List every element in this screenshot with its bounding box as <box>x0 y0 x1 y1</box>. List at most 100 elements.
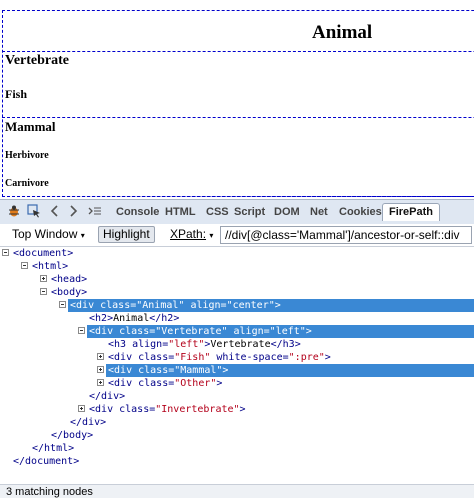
attribute-name: class= <box>113 404 156 415</box>
node-markup: <h2>Animal</h2> <box>89 312 179 325</box>
dom-tree-node[interactable]: <h3 align="left">Vertebrate</h3> <box>0 338 474 351</box>
mammal-heading: Mammal <box>5 119 56 134</box>
tag-name: div <box>114 352 133 363</box>
node-markup: <head> <box>51 273 87 286</box>
tag-name: div <box>95 326 114 337</box>
expand-icon[interactable] <box>97 366 104 373</box>
highlight-button[interactable]: Highlight <box>98 226 155 243</box>
xpath-selector-dropdown[interactable]: XPath: ▾ <box>166 226 217 243</box>
tab-firepath[interactable]: FirePath <box>382 203 441 221</box>
attribute-name: class= <box>132 378 175 389</box>
expand-icon[interactable] <box>97 353 104 360</box>
collapse-icon[interactable] <box>59 301 66 308</box>
dropdown-arrow-icon: ▾ <box>209 231 214 240</box>
expand-icon[interactable] <box>40 275 47 282</box>
end-tag: </document> <box>13 456 80 467</box>
tag-close-bracket: > <box>274 300 281 311</box>
tab-html[interactable]: HTML <box>165 206 196 218</box>
attribute-name: align= <box>227 326 270 337</box>
dom-tree-node[interactable]: </div> <box>0 416 474 429</box>
attribute-value: "Other" <box>174 378 217 389</box>
herbivore-heading: Herbivore <box>5 150 49 161</box>
attribute-name: class= <box>132 365 175 376</box>
tag-close-bracket: > <box>222 365 229 376</box>
node-markup: <div class="Other"> <box>108 377 222 390</box>
tag-name: head <box>57 274 82 285</box>
inspect-element-icon[interactable] <box>27 204 41 221</box>
attribute-name: class= <box>132 352 175 363</box>
node-markup: <div class="Animal" align="center"> <box>70 299 281 312</box>
attribute-value: "center" <box>226 300 275 311</box>
command-line-icon[interactable] <box>88 204 102 221</box>
dropdown-arrow-icon: ▾ <box>80 231 85 240</box>
dom-tree-node[interactable]: <div class="Mammal"> <box>97 364 474 377</box>
dom-tree-node[interactable]: <div class="Vertebrate" align="left"> <box>78 325 474 338</box>
tab-cookies[interactable]: Cookies <box>339 206 382 218</box>
xpath-input[interactable]: //div[@class='Mammal']/ancestor-or-self:… <box>220 226 472 244</box>
top-window-label: Top Window <box>12 227 78 241</box>
status-bar: 3 matching nodes <box>0 484 474 498</box>
end-tag: </div> <box>89 391 126 402</box>
dom-tree-node[interactable]: <div class="Animal" align="center"> <box>59 299 474 312</box>
node-markup: <div class="Invertebrate"> <box>89 403 246 416</box>
dom-tree-node[interactable]: <html> <box>0 260 474 273</box>
expand-icon[interactable] <box>78 405 85 412</box>
dom-tree-node[interactable]: <div class="Invertebrate"> <box>0 403 474 416</box>
node-markup: <div class="Mammal"> <box>108 364 228 377</box>
end-tag: </html> <box>32 443 75 454</box>
page-preview: Animal Vertebrate Fish Mammal Herbivore … <box>0 0 474 199</box>
tag-name: div <box>95 404 114 415</box>
tag-name: div <box>114 365 133 376</box>
attribute-value: "left" <box>269 326 306 337</box>
collapse-icon[interactable] <box>78 327 85 334</box>
tab-script[interactable]: Script <box>234 206 265 218</box>
node-markup: <div class="Vertebrate" align="left"> <box>89 325 312 338</box>
top-window-dropdown[interactable]: Top Window ▾ <box>8 226 89 243</box>
dom-tree-node[interactable]: <document> <box>0 247 474 260</box>
firebug-bug-icon[interactable] <box>7 204 21 221</box>
collapse-icon[interactable] <box>2 249 9 256</box>
collapse-icon[interactable] <box>40 288 47 295</box>
attribute-value: "Animal" <box>136 300 185 311</box>
dom-tree-node[interactable]: <div class="Fish" white-space=":pre"> <box>0 351 474 364</box>
tag-name: body <box>57 287 82 298</box>
dom-tree-node[interactable]: </div> <box>0 390 474 403</box>
dom-tree-node[interactable]: <body> <box>0 286 474 299</box>
expand-icon[interactable] <box>97 379 104 386</box>
collapse-icon[interactable] <box>21 262 28 269</box>
dom-tree-node[interactable]: <head> <box>0 273 474 286</box>
animal-heading: Animal <box>312 22 373 43</box>
attribute-name: class= <box>94 300 137 311</box>
back-arrow-icon[interactable] <box>50 204 60 221</box>
carnivore-heading: Carnivore <box>5 178 49 189</box>
node-markup: <html> <box>32 260 68 273</box>
dom-tree-node[interactable]: <h2>Animal</h2> <box>0 312 474 325</box>
tag-name: div <box>114 378 133 389</box>
tab-dom[interactable]: DOM <box>274 206 300 218</box>
tag-close-bracket: > <box>62 261 69 272</box>
node-markup: <body> <box>51 286 87 299</box>
forward-arrow-icon[interactable] <box>68 204 78 221</box>
attribute-name: white-space= <box>210 352 289 363</box>
tag-name: html <box>38 261 63 272</box>
tag-close-bracket: > <box>216 378 223 389</box>
tab-css[interactable]: CSS <box>206 206 229 218</box>
dom-tree-node[interactable]: </body> <box>0 429 474 442</box>
node-markup: </html> <box>32 442 74 455</box>
tag-close-bracket: > <box>81 274 88 285</box>
dom-tree-node[interactable]: <div class="Other"> <box>0 377 474 390</box>
vertebrate-heading: Vertebrate <box>5 53 70 68</box>
firepath-toolbar: Top Window ▾ Highlight XPath: ▾ //div[@c… <box>0 224 474 247</box>
node-markup: </div> <box>89 390 125 403</box>
end-tag: </h2> <box>149 313 180 324</box>
node-text: Vertebrate <box>210 339 271 350</box>
dom-tree-node[interactable]: </html> <box>0 442 474 455</box>
tag-close-bracket: > <box>81 287 88 298</box>
tab-console[interactable]: Console <box>116 206 159 218</box>
tab-net[interactable]: Net <box>310 206 328 218</box>
tag-close-bracket: > <box>324 352 331 363</box>
end-tag: </body> <box>51 430 94 441</box>
node-markup: </div> <box>70 416 106 429</box>
fish-heading: Fish <box>5 87 28 101</box>
dom-tree-node[interactable]: </document> <box>0 455 474 468</box>
